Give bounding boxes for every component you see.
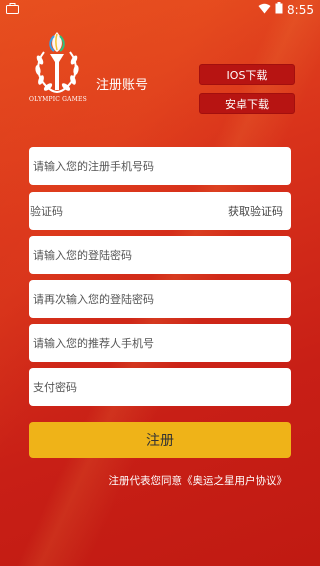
logo-caption: OLYMPIC GAMES — [29, 96, 87, 103]
code-field-container: 获取验证码 — [29, 192, 291, 230]
user-agreement-link[interactable]: 《奥运之星用户协议》 — [182, 475, 287, 487]
status-time: 8:55 — [287, 2, 314, 17]
password-confirm-input[interactable] — [29, 280, 291, 318]
get-code-button[interactable]: 获取验证码 — [228, 203, 283, 219]
register-button[interactable]: 注册 — [29, 422, 291, 458]
battery-icon — [275, 2, 283, 17]
briefcase-icon — [6, 3, 19, 17]
password-confirm-field-container — [29, 280, 291, 318]
referrer-phone-input[interactable] — [29, 324, 291, 362]
pay-password-field-container — [29, 368, 291, 406]
android-download-button[interactable]: 安卓下载 — [199, 93, 295, 114]
password-field-container — [29, 236, 291, 274]
olympic-torch-laurel-logo — [28, 28, 86, 104]
ios-download-button[interactable]: IOS下载 — [199, 64, 295, 85]
password-input[interactable] — [29, 236, 291, 274]
phone-input[interactable] — [29, 147, 291, 185]
verification-code-input[interactable] — [29, 192, 209, 230]
agreement-text: 注册代表您同意《奥运之星用户协议》 — [109, 473, 288, 488]
status-bar: 8:55 — [0, 0, 320, 20]
phone-field-container — [29, 147, 291, 185]
agreement-prefix: 注册代表您同意 — [108, 475, 183, 487]
pay-password-input[interactable] — [29, 368, 291, 406]
wifi-icon — [258, 3, 271, 17]
page-title: 注册账号 — [96, 78, 149, 93]
referrer-field-container — [29, 324, 291, 362]
